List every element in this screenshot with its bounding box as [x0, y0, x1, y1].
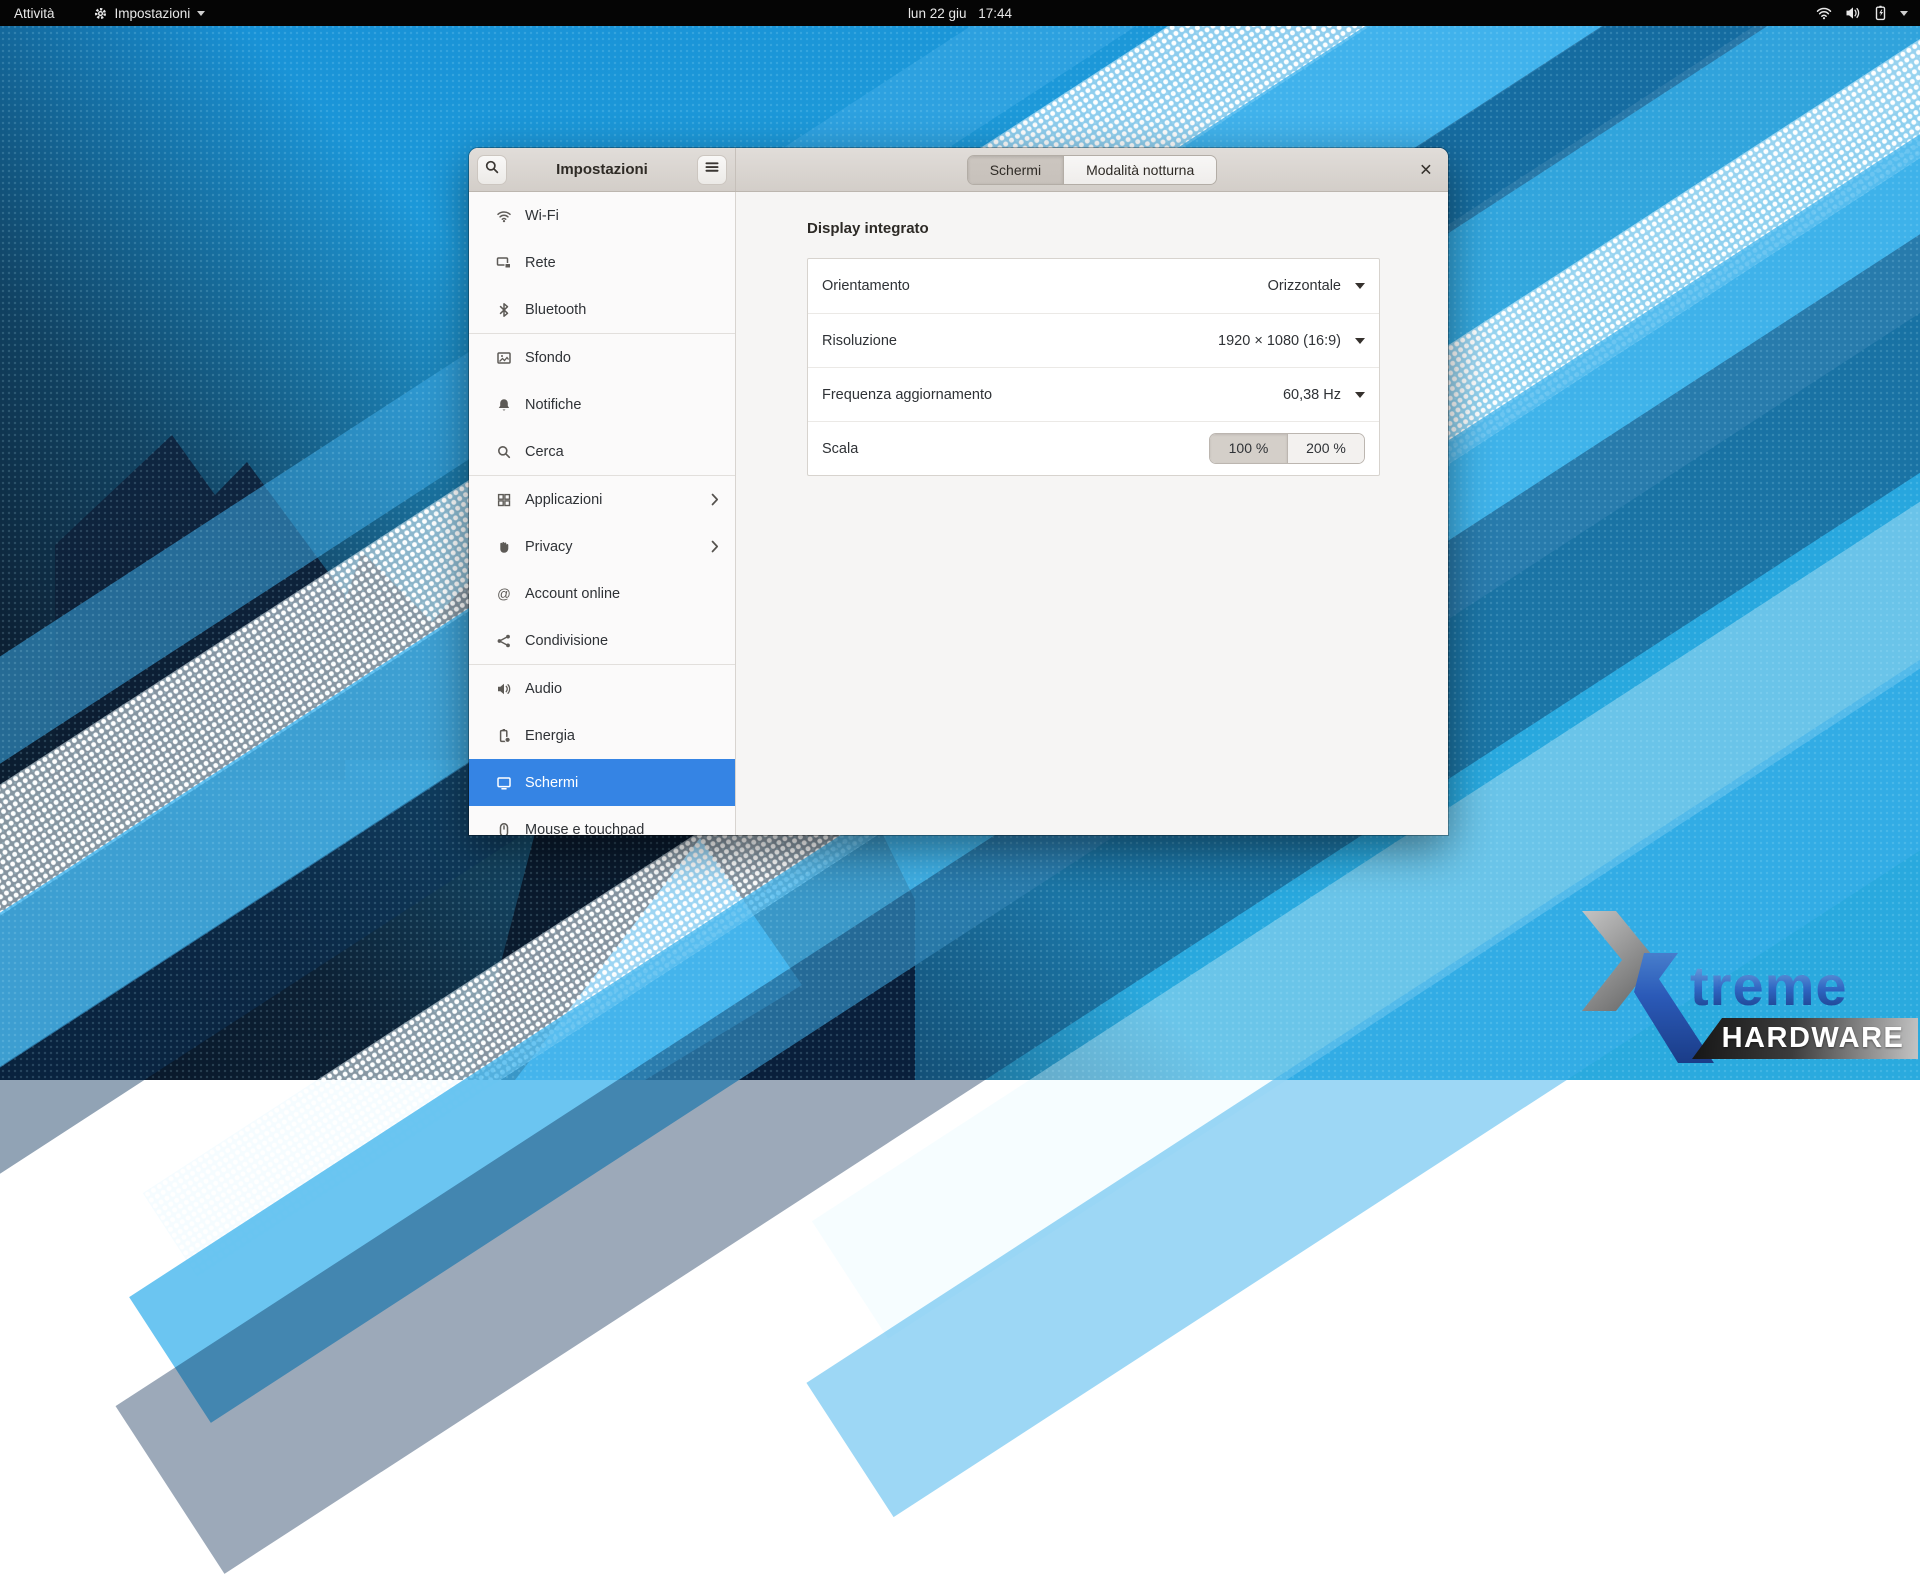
- dropdown-value: Orizzontale: [1268, 278, 1341, 294]
- tab-schermi[interactable]: Schermi: [968, 156, 1063, 184]
- sidebar-item-label: Applicazioni: [525, 492, 602, 508]
- row-label: Scala: [822, 441, 858, 457]
- xtreme-hardware-logo: treme HARDWARE: [1562, 893, 1920, 1080]
- refresh-rate-row: Frequenza aggiornamento 60,38 Hz: [808, 367, 1379, 421]
- sidebar-item-label: Bluetooth: [525, 302, 586, 318]
- scale-100-button[interactable]: 100 %: [1210, 434, 1287, 463]
- search-button[interactable]: [477, 155, 507, 185]
- sidebar-item-audio[interactable]: Audio: [469, 665, 735, 712]
- window-title: Impostazioni: [507, 161, 697, 178]
- share-icon: [495, 633, 512, 649]
- scale-200-button[interactable]: 200 %: [1287, 434, 1364, 463]
- dropdown-value: 60,38 Hz: [1283, 387, 1341, 403]
- gnome-top-bar: Attività Impostazioni lun 22 giu 17:44: [0, 0, 1920, 26]
- wifi-icon: [1816, 6, 1832, 20]
- resolution-dropdown[interactable]: 1920 × 1080 (16:9): [1218, 333, 1365, 349]
- mouse-icon: [495, 822, 512, 836]
- headerbar-sidebar-section: Impostazioni: [469, 148, 736, 191]
- app-grid-icon: [495, 492, 512, 508]
- network-icon: [495, 255, 512, 271]
- headerbar[interactable]: Impostazioni Schermi Modalità notturna ×: [469, 148, 1448, 192]
- sidebar-item-label: Notifiche: [525, 397, 581, 413]
- svg-text:@: @: [497, 586, 511, 601]
- sidebar-item-energia[interactable]: Energia: [469, 712, 735, 759]
- sidebar-item-bluetooth[interactable]: Bluetooth: [469, 286, 735, 333]
- battery-gear-icon: [495, 728, 512, 744]
- sidebar-item-label: Condivisione: [525, 633, 608, 649]
- at-sign-icon: @: [495, 586, 512, 602]
- system-status-area[interactable]: [1816, 0, 1912, 26]
- search-icon: [495, 444, 512, 460]
- wifi-icon: [495, 208, 512, 224]
- sidebar-item-label: Rete: [525, 255, 556, 271]
- scale-segmented-control: 100 % 200 %: [1209, 433, 1365, 464]
- dropdown-arrow-icon: [1355, 338, 1365, 344]
- view-switcher: Schermi Modalità notturna: [967, 155, 1218, 185]
- battery-icon: [1874, 5, 1887, 21]
- section-title: Display integrato: [807, 220, 929, 237]
- refresh-rate-dropdown[interactable]: 60,38 Hz: [1283, 387, 1365, 403]
- sidebar-item-sfondo[interactable]: Sfondo: [469, 334, 735, 381]
- orientation-dropdown[interactable]: Orizzontale: [1268, 278, 1365, 294]
- clock[interactable]: lun 22 giu 17:44: [0, 6, 1920, 21]
- search-icon: [484, 159, 500, 180]
- hamburger-menu-icon: [705, 160, 719, 179]
- hand-icon: [495, 539, 512, 555]
- sidebar-item-label: Schermi: [525, 775, 578, 791]
- sidebar-item-label: Cerca: [525, 444, 564, 460]
- logo-hardware-text: HARDWARE: [1722, 1022, 1905, 1055]
- speaker-icon: [495, 681, 512, 697]
- sidebar-item-label: Mouse e touchpad: [525, 822, 644, 836]
- row-label: Orientamento: [822, 278, 910, 294]
- dropdown-arrow-icon: [1355, 392, 1365, 398]
- logo-hardware-bar: HARDWARE: [1692, 1018, 1918, 1059]
- row-label: Frequenza aggiornamento: [822, 387, 992, 403]
- sidebar-item-label: Energia: [525, 728, 575, 744]
- sidebar-item-label: Wi-Fi: [525, 208, 559, 224]
- primary-menu-button[interactable]: [697, 155, 727, 185]
- displays-panel: Display integrato Orientamento Orizzonta…: [736, 192, 1448, 835]
- sidebar-item-account-online[interactable]: @ Account online: [469, 570, 735, 617]
- dropdown-value: 1920 × 1080 (16:9): [1218, 333, 1341, 349]
- background-icon: [495, 350, 512, 366]
- sidebar-item-schermi[interactable]: Schermi: [469, 759, 735, 806]
- headerbar-content-section: Schermi Modalità notturna ×: [736, 148, 1448, 191]
- sidebar-item-rete[interactable]: Rete: [469, 239, 735, 286]
- sidebar-item-privacy[interactable]: Privacy: [469, 523, 735, 570]
- settings-sidebar: Wi-Fi Rete Bluetooth Sfondo Notifiche: [469, 192, 736, 835]
- sidebar-item-label: Privacy: [525, 539, 573, 555]
- row-label: Risoluzione: [822, 333, 897, 349]
- sidebar-item-notifiche[interactable]: Notifiche: [469, 381, 735, 428]
- display-icon: [495, 775, 512, 791]
- bell-icon: [495, 397, 512, 413]
- resolution-row: Risoluzione 1920 × 1080 (16:9): [808, 313, 1379, 367]
- sidebar-item-label: Sfondo: [525, 350, 571, 366]
- dropdown-arrow-icon: [1355, 283, 1365, 289]
- display-settings-card: Orientamento Orizzontale Risoluzione 192…: [807, 258, 1380, 476]
- sidebar-item-cerca[interactable]: Cerca: [469, 428, 735, 475]
- clock-time: 17:44: [978, 6, 1012, 21]
- sidebar-item-label: Audio: [525, 681, 562, 697]
- tab-modalita-notturna[interactable]: Modalità notturna: [1063, 156, 1216, 184]
- settings-window: Impostazioni Schermi Modalità notturna ×: [469, 148, 1448, 835]
- sidebar-item-mouse-touchpad[interactable]: Mouse e touchpad: [469, 806, 735, 835]
- sidebar-item-label: Account online: [525, 586, 620, 602]
- chevron-right-icon: [711, 493, 719, 506]
- chevron-down-icon: [1900, 11, 1908, 16]
- logo-treme-text: treme: [1690, 953, 1848, 1018]
- chevron-right-icon: [711, 540, 719, 553]
- clock-date: lun 22 giu: [908, 6, 967, 21]
- close-button[interactable]: ×: [1420, 159, 1432, 180]
- volume-icon: [1845, 6, 1861, 20]
- sidebar-item-applicazioni[interactable]: Applicazioni: [469, 476, 735, 523]
- scale-row: Scala 100 % 200 %: [808, 421, 1379, 475]
- bluetooth-icon: [495, 302, 512, 318]
- orientation-row: Orientamento Orizzontale: [808, 259, 1379, 313]
- sidebar-item-wifi[interactable]: Wi-Fi: [469, 192, 735, 239]
- sidebar-item-condivisione[interactable]: Condivisione: [469, 617, 735, 664]
